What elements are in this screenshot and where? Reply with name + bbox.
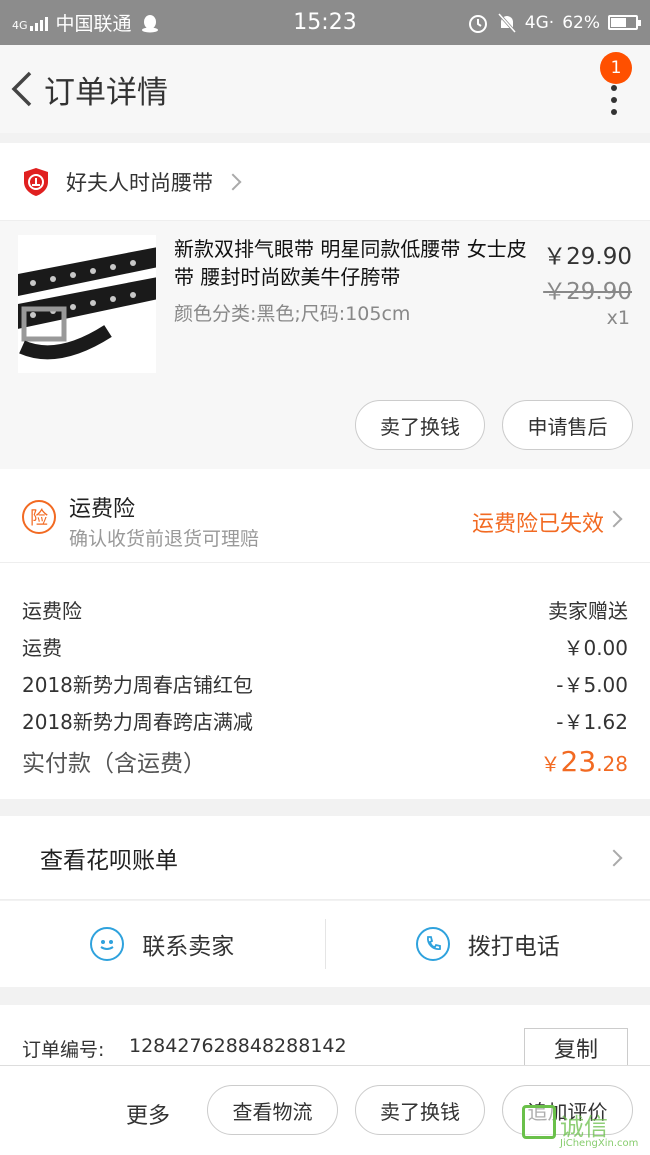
call-phone-button[interactable]: 拨打电话 (326, 901, 650, 987)
chat-bubble-icon (90, 927, 125, 961)
insurance-status: 运费险已失效 (471, 512, 604, 537)
total-amount: ￥23.28 (541, 745, 628, 778)
sell-for-cash-button[interactable]: 卖了换钱 (355, 1085, 485, 1135)
back-button[interactable] (2, 45, 42, 133)
store-name: 好夫人时尚腰带 (66, 170, 213, 195)
battery-percent: 62% (562, 12, 600, 33)
carrier-name: 中国联通 (55, 13, 132, 35)
insurance-subtitle: 确认收货前退货可理赔 (69, 528, 260, 550)
insurance-icon: 险 (22, 500, 56, 534)
order-number-row: 订单编号: 128427628848288142 复制 (0, 1005, 650, 1068)
total-currency: ￥ (540, 752, 561, 776)
fee-row: 运费险 卖家赠送 (22, 595, 628, 624)
fee-row: 2018新势力周春跨店满减 -￥1.62 (22, 706, 628, 735)
contact-seller-button[interactable]: 联系卖家 (0, 901, 325, 987)
order-number-value: 128427628848288142 (129, 1035, 347, 1057)
chevron-right-icon (605, 849, 623, 867)
sell-for-cash-button[interactable]: 卖了换钱 (355, 400, 485, 450)
product-title: 新款双排气眼带 明星同款低腰带 女士皮带 腰封时尚欧美牛仔胯带 (174, 237, 527, 289)
store-row[interactable]: 好夫人时尚腰带 (0, 143, 650, 221)
fee-row: 运费 ￥0.00 (22, 632, 628, 661)
nav-bar: 订单详情 1 (0, 45, 650, 133)
chevron-right-icon (605, 510, 623, 528)
chevron-left-icon (11, 71, 32, 107)
battery-icon (608, 15, 641, 30)
watermark-text: 诚信 (560, 1113, 608, 1141)
chevron-right-icon (224, 173, 242, 190)
network-type: 4G (12, 18, 28, 32)
total-row: 实付款（含运费） ￥23.28 (22, 744, 628, 778)
fee-label: 运费险 (22, 599, 82, 623)
insurance-title: 运费险 (69, 497, 136, 522)
fee-row: 2018新势力周春店铺红包 -￥5.00 (22, 669, 628, 698)
order-number-label: 订单编号: (22, 1039, 105, 1061)
total-decimal: .28 (596, 752, 628, 776)
view-logistics-button[interactable]: 查看物流 (207, 1085, 338, 1135)
watermark-subtext: JiChengXin.com (560, 1138, 639, 1149)
total-integer: 23 (560, 745, 597, 778)
fee-label: 运费 (22, 636, 62, 660)
total-label: 实付款（含运费） (22, 751, 206, 777)
contact-bar: 联系卖家 拨打电话 (0, 901, 650, 987)
mute-bell-icon (497, 12, 516, 33)
huabei-bill-row[interactable]: 查看花呗账单 (0, 816, 650, 900)
product-item[interactable]: 新款双排气眼带 明星同款低腰带 女士皮带 腰封时尚欧美牛仔胯带 颜色分类:黑色;… (0, 221, 650, 469)
call-phone-label: 拨打电话 (467, 934, 560, 960)
qq-icon (141, 14, 158, 32)
notification-badge: 1 (600, 52, 632, 84)
fee-value: -￥5.00 (556, 673, 628, 697)
fee-value: -￥1.62 (556, 710, 628, 734)
fee-label: 2018新势力周春店铺红包 (22, 673, 253, 697)
product-original-price: ￥29.90 (543, 279, 632, 305)
phone-icon (415, 927, 450, 961)
product-spec: 颜色分类:黑色;尺码:105cm (174, 303, 411, 325)
fee-value: 卖家赠送 (548, 599, 628, 623)
product-price: ￥29.90 (543, 244, 632, 270)
alarm-icon (468, 14, 487, 33)
product-image (13, 235, 168, 373)
freight-insurance-row[interactable]: 险 运费险 确认收货前退货可理赔 运费险已失效 (0, 469, 650, 563)
watermark-logo: 诚信 JiChengXin.com (522, 1105, 642, 1153)
shop-badge-icon (24, 167, 48, 196)
status-bar: 4G 中国联通 15:23 4G· 62% (0, 0, 650, 45)
page-title: 订单详情 (44, 74, 168, 111)
network-type-right: 4G· (524, 12, 555, 33)
fee-label: 2018新势力周春跨店满减 (22, 710, 253, 734)
copy-button[interactable]: 复制 (524, 1028, 628, 1068)
signal-icon: 4G (12, 15, 48, 31)
product-quantity: x1 (606, 307, 630, 329)
huabei-label: 查看花呗账单 (40, 847, 178, 874)
more-button[interactable]: 更多 (126, 1098, 170, 1130)
fee-value: ￥0.00 (563, 636, 628, 660)
fee-summary: 运费险 卖家赠送 运费 ￥0.00 2018新势力周春店铺红包 -￥5.00 2… (0, 563, 650, 799)
watermark-mark-icon (522, 1105, 556, 1139)
contact-seller-label: 联系卖家 (142, 934, 235, 960)
after-sales-button[interactable]: 申请售后 (502, 400, 633, 450)
